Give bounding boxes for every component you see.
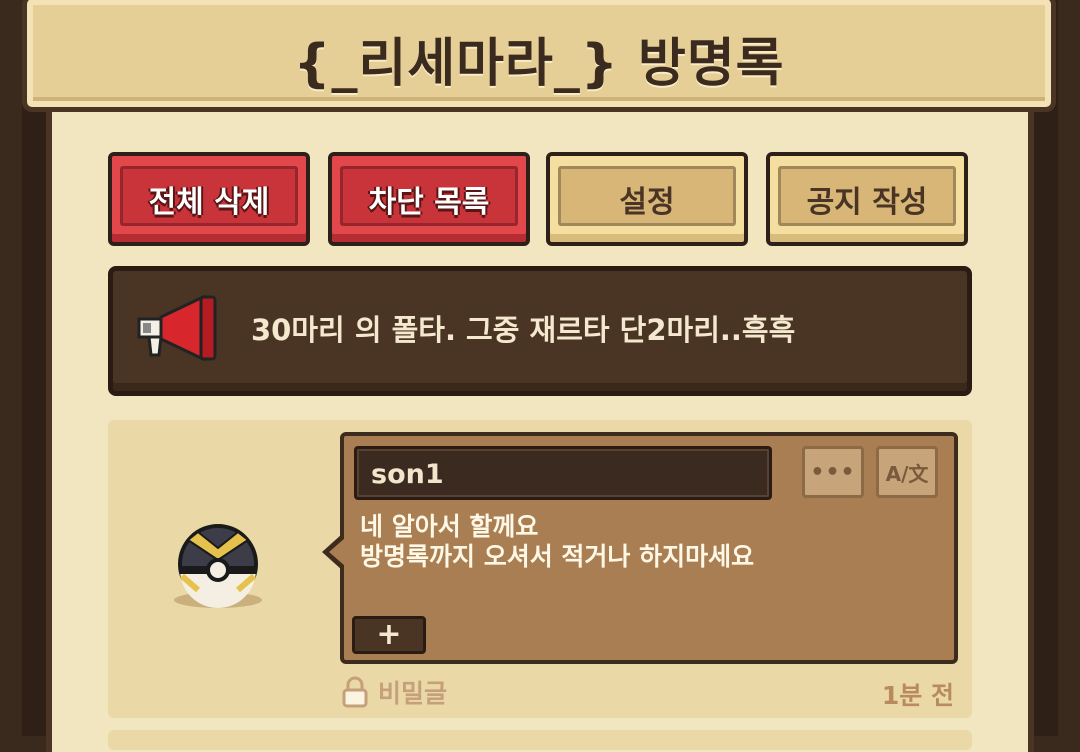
message-line: 네 알아서 할께요 xyxy=(360,512,539,541)
lock-icon xyxy=(342,676,368,708)
block-list-button[interactable]: 차단 목록 xyxy=(328,152,530,246)
message-line: 방명록까지 오셔서 적거나 하지마세요 xyxy=(360,542,755,571)
write-notice-label: 공지 작성 xyxy=(806,185,928,220)
write-notice-button[interactable]: 공지 작성 xyxy=(766,152,968,246)
more-icon: ••• xyxy=(810,459,856,485)
more-options-button[interactable]: ••• xyxy=(802,446,864,498)
pokeball-avatar xyxy=(174,524,262,608)
megaphone-icon xyxy=(137,294,217,362)
translate-button[interactable]: A/文 xyxy=(876,446,938,498)
author-name-field[interactable]: son1 xyxy=(354,446,772,500)
secret-post-toggle[interactable]: 비밀글 xyxy=(342,674,447,710)
guestbook-entry-next xyxy=(108,730,972,750)
message-bubble: son1 ••• A/文 네 알아서 할께요 방명록까지 오셔서 적거나 하지마… xyxy=(322,432,958,664)
bubble-tail-fill xyxy=(329,538,345,566)
delete-all-button[interactable]: 전체 삭제 xyxy=(108,152,310,246)
delete-all-label: 전체 삭제 xyxy=(148,185,270,220)
plus-icon: + xyxy=(376,617,402,652)
block-list-label: 차단 목록 xyxy=(368,185,490,220)
message-text: 네 알아서 할께요 방명록까지 오셔서 적거나 하지마세요 xyxy=(360,512,754,572)
post-time: 1분 전 xyxy=(881,681,954,710)
settings-label: 설정 xyxy=(619,185,675,220)
add-reply-button[interactable]: + xyxy=(352,616,426,654)
guestbook-entry: son1 ••• A/文 네 알아서 할께요 방명록까지 오셔서 적거나 하지마… xyxy=(108,420,972,718)
notice-banner: 30마리 의 폴타. 그중 재르타 단2마리..흑흑 xyxy=(108,266,972,396)
notice-text: 30마리 의 폴타. 그중 재르타 단2마리..흑흑 xyxy=(251,313,796,347)
page-title: {_리세마라_} 방명록 xyxy=(293,34,785,94)
title-bar: {_리세마라_} 방명록 xyxy=(22,0,1056,112)
settings-button[interactable]: 설정 xyxy=(546,152,748,246)
author-name: son1 xyxy=(371,459,444,490)
translate-icon: A/文 xyxy=(885,461,929,486)
secret-label: 비밀글 xyxy=(378,679,448,708)
